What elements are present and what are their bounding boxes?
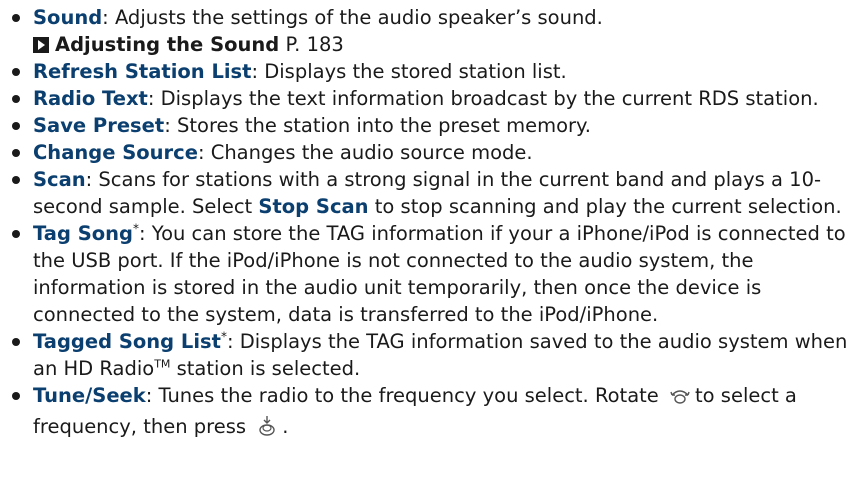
list-item-radio-text: Radio Text: Displays the text informatio… — [0, 85, 857, 112]
list-item-refresh: Refresh Station List: Displays the store… — [0, 58, 857, 85]
desc-change-source: : Changes the audio source mode. — [197, 141, 533, 164]
term-save-preset: Save Preset — [33, 114, 165, 137]
list-item-tagged-song-list: Tagged Song List*: Displays the TAG info… — [0, 328, 857, 382]
list-item-scan: Scan: Scans for stations with a strong s… — [0, 166, 857, 220]
desc-refresh: : Displays the stored station list. — [251, 60, 567, 83]
term-refresh-station-list: Refresh Station List — [33, 60, 252, 83]
desc-radio-text: : Displays the text information broadcas… — [147, 87, 819, 110]
term-tagged-song-list: Tagged Song List — [33, 330, 221, 353]
bullet — [12, 338, 20, 346]
bullet — [12, 122, 20, 130]
list-item-change-source: Change Source: Changes the audio source … — [0, 139, 857, 166]
list-item-save-preset: Save Preset: Stores the station into the… — [0, 112, 857, 139]
bullet — [12, 392, 20, 400]
term-tag-song: Tag Song — [33, 222, 133, 245]
desc-sound: : Adjusts the settings of the audio spea… — [102, 6, 603, 29]
list-item-tune-seek: Tune/Seek: Tunes the radio to the freque… — [0, 382, 857, 444]
bullet — [12, 14, 20, 22]
list-item-sound: Sound: Adjusts the settings of the audio… — [0, 4, 857, 31]
dial-rotate-icon — [669, 386, 691, 413]
reference-title[interactable]: Adjusting the Sound — [55, 33, 279, 56]
term-radio-text: Radio Text — [33, 87, 148, 110]
term-scan: Scan — [33, 168, 86, 191]
term-stop-scan: Stop Scan — [258, 195, 369, 218]
bullet — [12, 230, 20, 238]
desc-tune-a: : Tunes the radio to the frequency you s… — [145, 384, 659, 407]
bullet — [12, 176, 20, 184]
reference-arrow-icon — [33, 37, 49, 53]
dial-press-icon — [256, 415, 278, 444]
desc-tune-c: . — [282, 415, 289, 438]
desc-save-preset: : Stores the station into the preset mem… — [164, 114, 592, 137]
list-item-tag-song: Tag Song*: You can store the TAG informa… — [0, 220, 857, 328]
bullet — [12, 68, 20, 76]
document-body: Sound: Adjusts the settings of the audio… — [0, 0, 857, 444]
term-tune-seek: Tune/Seek — [33, 384, 146, 407]
desc-tag-song: : You can store the TAG information if y… — [33, 222, 846, 326]
desc-tagged-b: station is selected. — [170, 357, 361, 380]
term-change-source: Change Source — [33, 141, 198, 164]
bullet — [12, 95, 20, 103]
term-sound: Sound — [33, 6, 103, 29]
cross-reference[interactable]: Adjusting the Sound P. 183 — [0, 31, 857, 58]
bullet — [12, 149, 20, 157]
reference-page[interactable]: P. 183 — [285, 33, 343, 56]
trademark-mark: TM — [154, 357, 171, 371]
desc-scan-b: to stop scanning and play the current se… — [368, 195, 842, 218]
